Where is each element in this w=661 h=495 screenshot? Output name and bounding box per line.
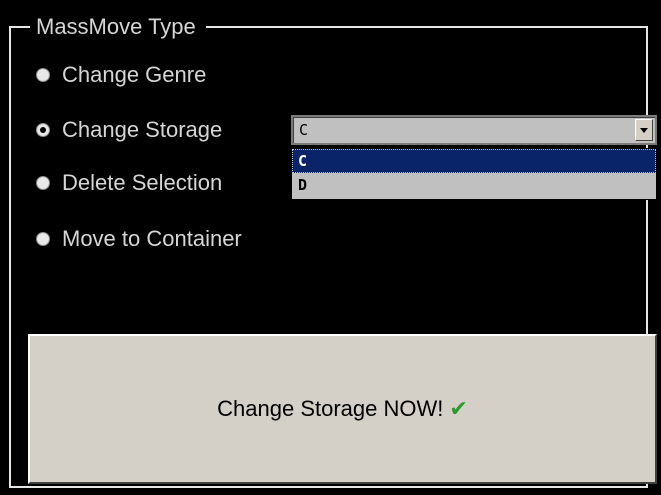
storage-combobox-value: C [299, 121, 309, 139]
radio-change-genre[interactable]: Change Genre [36, 60, 206, 90]
radio-delete-selection[interactable]: Delete Selection [36, 168, 222, 198]
radio-move-to-container[interactable]: Move to Container [36, 224, 242, 254]
change-storage-now-label: Change Storage NOW! [217, 396, 444, 421]
dropdown-button[interactable] [635, 119, 653, 141]
radio-label-delete-selection: Delete Selection [62, 170, 223, 195]
storage-combobox[interactable]: C [291, 115, 657, 145]
radio-button-icon[interactable] [36, 68, 50, 82]
chevron-down-icon [640, 128, 648, 133]
dropdown-item-d[interactable]: D [292, 173, 656, 197]
group-title: MassMove Type [30, 14, 206, 40]
radio-label-change-genre: Change Genre [62, 62, 207, 87]
radio-label-move-to-container: Move to Container [62, 226, 242, 251]
checkmark-icon: ✔ [449, 396, 468, 422]
dropdown-item-c[interactable]: C [292, 149, 656, 173]
radio-button-selected-icon[interactable] [36, 123, 50, 137]
radio-button-icon[interactable] [36, 176, 50, 190]
radio-button-icon[interactable] [36, 232, 50, 246]
radio-change-storage[interactable]: Change Storage [36, 115, 222, 145]
storage-dropdown-list: C D [291, 148, 657, 200]
radio-label-change-storage: Change Storage [62, 117, 223, 142]
change-storage-now-button[interactable]: Change Storage NOW! ✔ [28, 334, 657, 484]
